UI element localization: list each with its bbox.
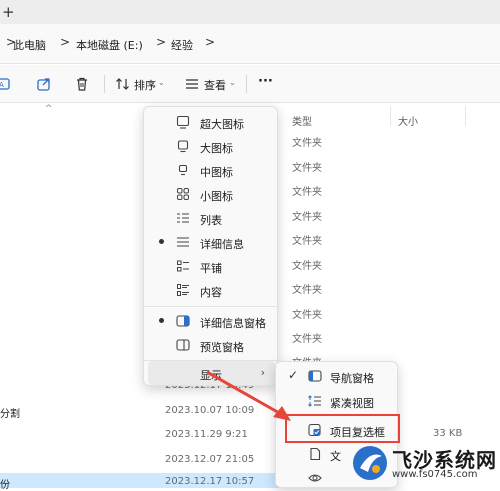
compact-view-icon [308,395,321,407]
chevron-down-icon: ⌄ [158,78,165,87]
details-icon [177,237,189,247]
menu-item-label: 预览窗格 [200,341,244,354]
submenu-item-label: 紧凑视图 [330,397,374,410]
content-icon [177,284,189,296]
column-header-type[interactable]: 类型 [292,113,312,128]
sort-button[interactable]: 排序 [134,77,156,93]
list-icon [177,213,189,223]
menu-item-label: 列表 [200,214,222,227]
menu-separator [144,306,279,307]
small-icons-icon [177,188,189,200]
column-header-size[interactable]: 大小 [398,113,418,128]
menu-item-label: 详细信息 [200,238,244,251]
new-tab-button[interactable]: + [2,3,15,21]
navigation-pane-icon [308,370,322,382]
file-type-cell: 文件夹 [292,261,322,272]
breadcrumb-separator: > [205,35,216,49]
file-name-cell[interactable]: 份 [0,476,10,491]
highlight-box [285,414,400,443]
svg-text:A: A [0,81,4,89]
selected-row[interactable] [0,473,300,488]
rename-icon[interactable]: A [0,76,12,92]
submenu-item-label: 导航窗格 [330,372,374,385]
tiles-icon [177,260,189,272]
breadcrumb-this-pc[interactable]: 此电脑 [13,37,46,53]
file-type-cell: 文件夹 [292,310,322,321]
menu-item-preview-pane[interactable]: 预览窗格 [148,333,275,357]
menu-item-large-icons[interactable]: 大图标 [148,134,275,158]
toolbar-divider [246,75,247,93]
menu-item-content[interactable]: 内容 [148,278,275,302]
watermark-url: www.fs0745.com [392,469,478,480]
selected-bullet-icon [159,318,164,323]
menu-item-label: 中图标 [200,166,233,179]
menu-item-label: 平铺 [200,262,222,275]
menu-item-details[interactable]: 详细信息 [148,230,275,254]
watermark: 飞沙系统网 www.fs0745.com [348,440,500,488]
file-date-cell: 2023.11.29 9:21 [165,429,248,440]
menu-item-tiles[interactable]: 平铺 [148,254,275,278]
large-icons-icon [177,140,189,153]
submenu-item-compact-view[interactable]: 紧凑视图 [280,389,395,413]
file-date-cell: 2023.12.07 21:05 [165,454,255,465]
address-bar[interactable]: > 此电脑 > 本地磁盘 (E:) > 经验 > [0,24,500,64]
command-bar: A 排序 ⌄ 查看 ⌄ ··· [0,65,500,103]
submenu-item-label: 文 [330,450,341,463]
watermark-logo-icon [353,446,387,480]
file-type-cell: 文件夹 [292,334,322,345]
file-size-cell: 33 KB [433,428,463,439]
annotation-arrow-icon [206,370,291,421]
breadcrumb-local-disk[interactable]: 本地磁盘 (E:) [76,37,143,53]
extra-large-icons-icon [176,115,190,129]
tab-strip: + [0,0,500,24]
preview-pane-icon [176,339,190,351]
more-options-button[interactable]: ··· [258,74,273,89]
menu-item-details-pane[interactable]: 详细信息窗格 [148,309,275,333]
details-pane-icon [176,315,190,327]
file-name-cell[interactable]: 分割 [0,405,20,420]
delete-icon[interactable] [74,76,90,92]
menu-item-small-icons[interactable]: 小图标 [148,182,275,206]
chevron-down-icon: ⌄ [229,78,236,87]
file-date-cell: 2023.12.17 10:57 [165,476,255,487]
sort-ascending-icon: ^ [45,104,53,114]
breadcrumb-separator: > [156,35,167,49]
column-separator [390,106,391,126]
view-button[interactable]: 查看 [204,77,226,93]
selected-bullet-icon [159,239,164,244]
view-icon [186,79,198,89]
submenu-item-navigation-pane[interactable]: ✓ 导航窗格 [280,364,395,388]
menu-item-list[interactable]: 列表 [148,206,275,230]
share-icon[interactable] [36,76,52,92]
menu-item-label: 内容 [200,286,222,299]
menu-item-label: 大图标 [200,142,233,155]
column-separator [465,106,466,126]
file-type-cell: 文件夹 [292,163,322,174]
sort-icon [116,78,129,90]
menu-item-label: 超大图标 [200,118,244,131]
hidden-items-icon [308,474,322,482]
file-extensions-icon [310,447,321,461]
file-type-cell: 文件夹 [292,187,322,198]
file-type-cell: 文件夹 [292,236,322,247]
menu-item-label: 小图标 [200,190,233,203]
file-type-cell: 文件夹 [292,285,322,296]
view-dropdown-menu: 超大图标 大图标 中图标 小图标 列表 详细信息 平铺 内容 详细信息窗格 预览… [143,106,279,386]
menu-item-medium-icons[interactable]: 中图标 [148,158,275,182]
toolbar-divider [104,75,105,93]
menu-item-extra-large-icons[interactable]: 超大图标 [148,110,275,134]
file-type-cell: 文件夹 [292,212,322,223]
breadcrumb-folder[interactable]: 经验 [171,37,193,53]
menu-item-label: 详细信息窗格 [200,317,266,330]
file-type-cell: 文件夹 [292,138,322,149]
medium-icons-icon [178,164,188,176]
breadcrumb-separator: > [60,35,71,49]
